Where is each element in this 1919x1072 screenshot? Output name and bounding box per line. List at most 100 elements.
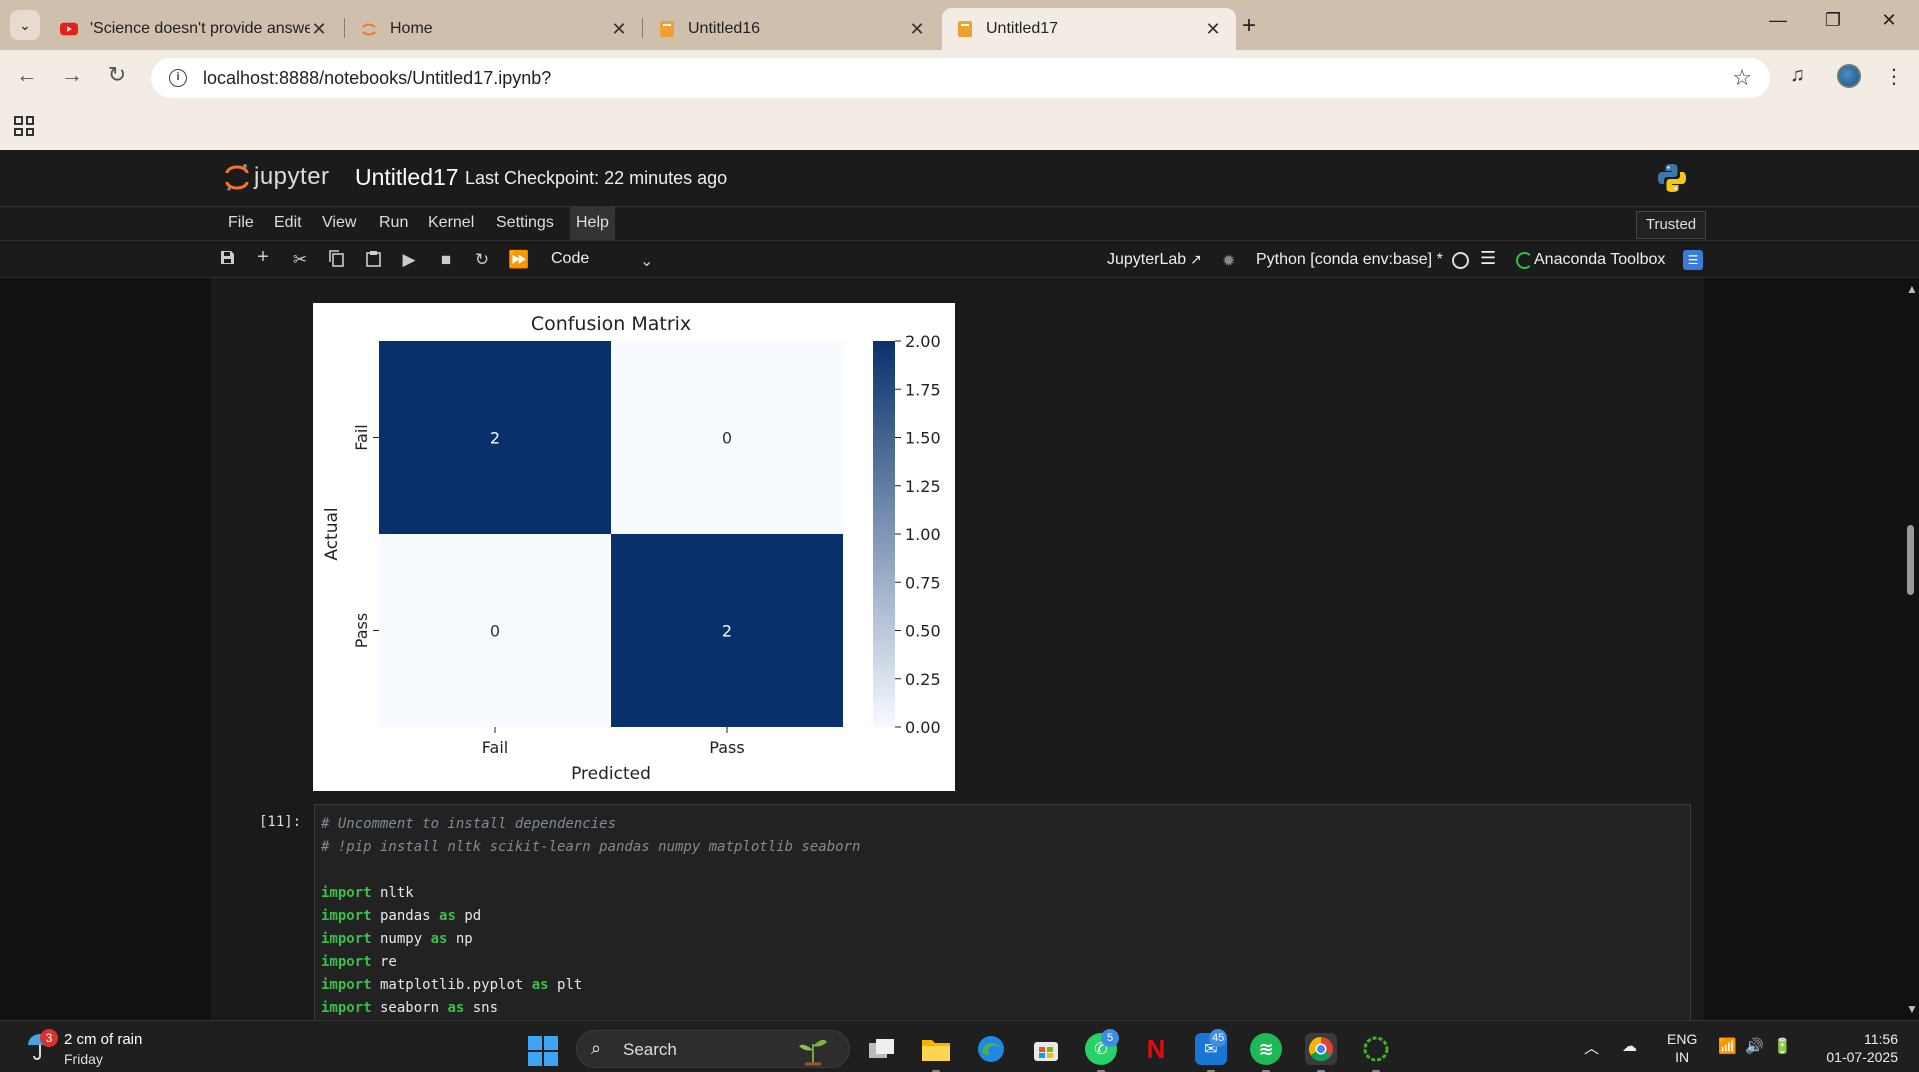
scrollbar-thumb[interactable] bbox=[1907, 525, 1914, 595]
menu-lines-icon[interactable]: ☰ bbox=[1480, 248, 1496, 269]
weather-day: Friday bbox=[64, 1051, 103, 1067]
jupyter-header: jupyter Untitled17 Last Checkpoint: 22 m… bbox=[0, 150, 1919, 206]
restore-icon[interactable]: ❐ bbox=[1813, 10, 1853, 31]
battery-icon[interactable]: 🔋 bbox=[1773, 1037, 1792, 1055]
scroll-up-arrow-icon[interactable]: ▲ bbox=[1906, 282, 1918, 296]
browser-tab-strip: ⌄ 'Science doesn't provide answe ✕ Home … bbox=[0, 0, 1919, 50]
cell-type-select[interactable]: Code bbox=[551, 250, 589, 268]
menu-view[interactable]: View bbox=[316, 214, 362, 232]
address-bar[interactable]: i localhost:8888/notebooks/Untitled17.ip… bbox=[151, 58, 1770, 98]
save-icon[interactable] bbox=[216, 250, 238, 270]
run-icon[interactable]: ▶ bbox=[398, 250, 420, 270]
scroll-down-arrow-icon[interactable]: ▼ bbox=[1906, 1002, 1918, 1016]
region-code: IN bbox=[1675, 1049, 1690, 1065]
tray-overflow-chevron-icon[interactable]: ︿ bbox=[1584, 1037, 1599, 1058]
onedrive-error-icon[interactable]: ☁ bbox=[1622, 1037, 1637, 1055]
more-menu-icon[interactable]: ⋮ bbox=[1884, 64, 1904, 89]
close-icon[interactable]: ✕ bbox=[908, 19, 926, 40]
code-line: import nltk bbox=[321, 885, 414, 901]
debugger-bug-icon[interactable]: ✹ bbox=[1222, 251, 1235, 271]
menu-help[interactable]: Help bbox=[570, 207, 615, 241]
back-arrow-icon[interactable]: ← bbox=[12, 62, 42, 88]
volume-icon[interactable]: 🔊 bbox=[1745, 1037, 1764, 1055]
forward-arrow-icon[interactable]: → bbox=[57, 62, 87, 88]
restart-icon[interactable]: ↻ bbox=[471, 250, 493, 270]
jupyter-logo-icon bbox=[225, 164, 249, 191]
weather-alert-badge: 3 bbox=[40, 1029, 58, 1047]
notebook-icon bbox=[956, 20, 974, 38]
microsoft-store-icon[interactable] bbox=[1030, 1033, 1062, 1065]
minimize-icon[interactable]: — bbox=[1758, 10, 1798, 31]
wifi-icon[interactable]: 📶 bbox=[1718, 1037, 1737, 1055]
trusted-indicator[interactable]: Trusted bbox=[1636, 211, 1706, 239]
edge-browser-icon[interactable] bbox=[975, 1033, 1007, 1065]
reload-icon[interactable]: ↻ bbox=[102, 62, 132, 88]
youtube-icon bbox=[60, 20, 78, 38]
anaconda-toolbox-button[interactable]: Anaconda Toolbox bbox=[1534, 251, 1665, 269]
tab-youtube[interactable]: 'Science doesn't provide answe ✕ bbox=[46, 8, 342, 50]
clock-date: 01-07-2025 bbox=[1826, 1049, 1898, 1065]
jupyter-logo[interactable]: jupyter bbox=[224, 161, 330, 193]
close-icon[interactable]: ✕ bbox=[610, 19, 628, 40]
system-clock[interactable]: 11:56 01-07-2025 bbox=[1818, 1030, 1898, 1066]
stop-icon[interactable]: ■ bbox=[435, 250, 457, 270]
menu-edit[interactable]: Edit bbox=[268, 214, 308, 232]
tab-home[interactable]: Home ✕ bbox=[346, 8, 642, 50]
cell-value-label: 0 bbox=[722, 429, 732, 448]
kernel-status-icon bbox=[1452, 252, 1469, 269]
taskbar-search[interactable]: ⌕ Search bbox=[576, 1030, 850, 1068]
weather-text: 2 cm of rain bbox=[64, 1031, 143, 1048]
jupyterlab-link[interactable]: JupyterLab bbox=[1107, 251, 1186, 269]
netflix-icon[interactable]: N bbox=[1140, 1033, 1172, 1065]
task-view-icon[interactable] bbox=[866, 1033, 898, 1065]
notebook-title[interactable]: Untitled17 bbox=[355, 164, 459, 191]
anaconda-settings-icon[interactable]: ☰ bbox=[1683, 250, 1703, 270]
y-axis-label: Actual bbox=[322, 507, 342, 560]
bookmark-bar bbox=[0, 102, 1919, 150]
tab-search-button[interactable]: ⌄ bbox=[10, 10, 40, 40]
tab-untitled17[interactable]: Untitled17 ✕ bbox=[942, 8, 1236, 50]
plant-icon bbox=[799, 1039, 827, 1066]
add-cell-icon[interactable]: + bbox=[252, 246, 274, 269]
search-label: Search bbox=[623, 1040, 677, 1059]
search-icon: ⌕ bbox=[591, 1038, 602, 1058]
window-close-icon[interactable]: ✕ bbox=[1869, 10, 1909, 31]
cell-prompt: [11]: bbox=[259, 814, 302, 830]
menu-run[interactable]: Run bbox=[373, 214, 414, 232]
fast-forward-icon[interactable]: ⏩ bbox=[508, 250, 530, 270]
code-line: # !pip install nltk scikit-learn pandas … bbox=[321, 839, 861, 855]
notebook-area[interactable]: Confusion Matrix 2 0 0 2 Fail Pass Fail Pass Pred… bbox=[0, 278, 1919, 1020]
tab-untitled16[interactable]: Untitled16 ✕ bbox=[644, 8, 940, 50]
colorbar bbox=[873, 341, 895, 727]
chevron-down-icon[interactable]: ⌄ bbox=[640, 251, 653, 271]
windows-start-button[interactable] bbox=[528, 1036, 558, 1066]
close-icon[interactable]: ✕ bbox=[1204, 19, 1222, 40]
kernel-name[interactable]: Python [conda env:base] * bbox=[1256, 251, 1443, 269]
media-control-icon[interactable]: ♫ bbox=[1790, 64, 1805, 87]
code-line: import numpy as np bbox=[321, 931, 473, 947]
anaconda-navigator-icon[interactable] bbox=[1360, 1033, 1392, 1072]
code-cell-editor[interactable]: # Uncomment to install dependencies # !pi… bbox=[314, 804, 1691, 1020]
x-tick-label: Fail bbox=[482, 738, 508, 757]
paste-icon[interactable] bbox=[362, 250, 384, 272]
menu-kernel[interactable]: Kernel bbox=[422, 214, 480, 232]
bookmark-star-icon[interactable]: ☆ bbox=[1732, 65, 1752, 91]
new-tab-button[interactable]: + bbox=[1242, 12, 1256, 40]
profile-avatar[interactable] bbox=[1837, 64, 1861, 88]
cut-icon[interactable]: ✂ bbox=[289, 250, 311, 270]
site-info-icon[interactable]: i bbox=[169, 69, 187, 87]
menu-file[interactable]: File bbox=[222, 214, 260, 232]
close-icon[interactable]: ✕ bbox=[310, 19, 328, 40]
spotify-icon[interactable]: ≋ bbox=[1250, 1033, 1282, 1072]
apps-grid-icon[interactable] bbox=[14, 116, 34, 136]
copy-icon[interactable] bbox=[325, 250, 347, 272]
file-explorer-icon[interactable] bbox=[920, 1033, 952, 1072]
chrome-icon[interactable] bbox=[1305, 1033, 1337, 1072]
language-indicator[interactable]: ENG IN bbox=[1667, 1030, 1697, 1066]
python-logo-icon bbox=[1656, 162, 1688, 199]
menu-settings[interactable]: Settings bbox=[490, 214, 560, 232]
browser-toolbar: ← → ↻ i localhost:8888/notebooks/Untitle… bbox=[0, 50, 1919, 102]
y-tick-label: Pass bbox=[352, 613, 371, 648]
tab-title: Untitled17 bbox=[986, 20, 1059, 37]
y-tick-label: Fail bbox=[352, 424, 371, 450]
